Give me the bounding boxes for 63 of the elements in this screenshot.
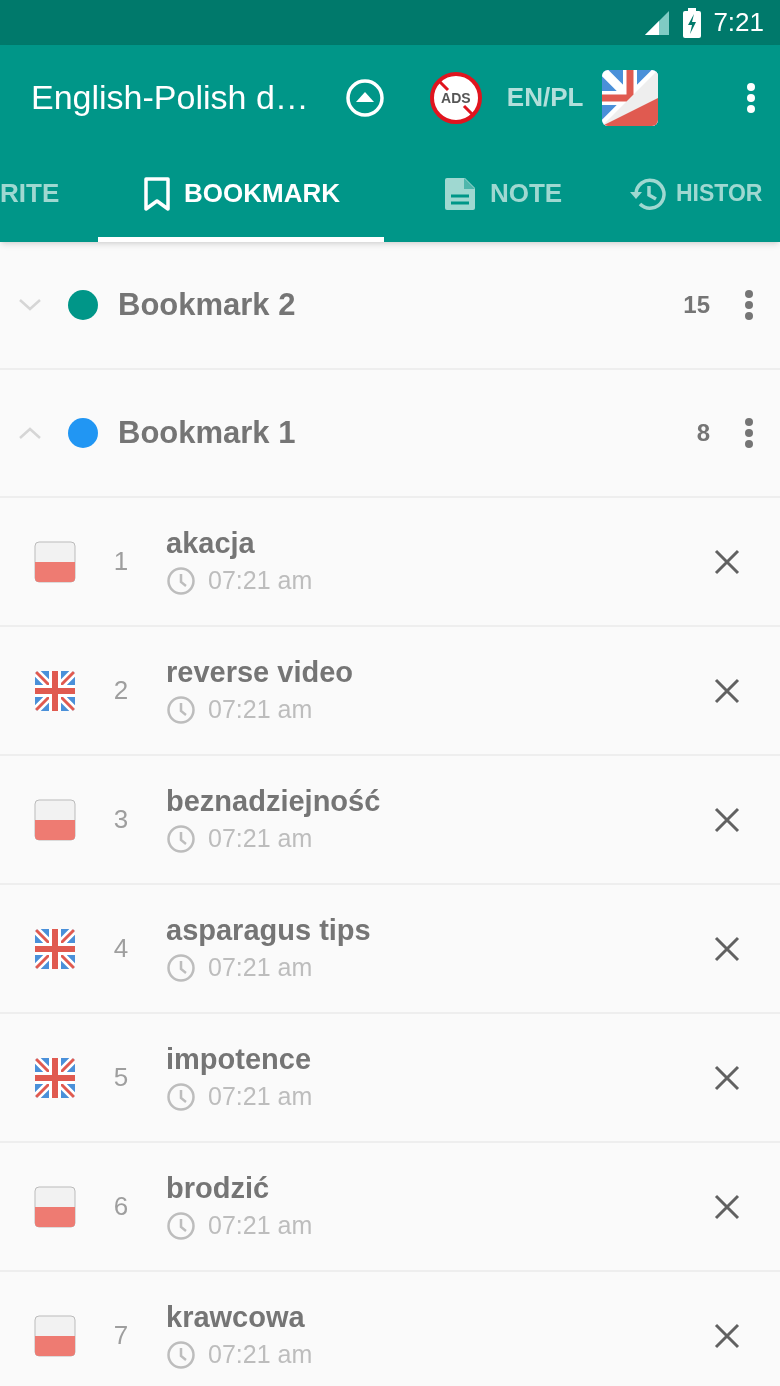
entry-word[interactable]: krawcowa — [166, 1297, 313, 1336]
entry-time: 07:21 am — [208, 564, 313, 596]
clock-icon — [166, 952, 196, 983]
bookmark-group-header[interactable]: Bookmark 2 15 — [0, 242, 780, 370]
close-icon[interactable] — [714, 1064, 740, 1091]
clock-icon — [166, 565, 196, 596]
group-name: Bookmark 1 — [118, 413, 296, 452]
close-icon[interactable] — [714, 1193, 740, 1220]
polish-flag-icon — [34, 540, 76, 583]
language-flag-icon[interactable] — [601, 68, 660, 127]
app-title: English-Polish d… — [31, 77, 309, 118]
close-icon[interactable] — [714, 806, 740, 833]
british-flag-icon — [34, 927, 76, 970]
entry-time: 07:21 am — [208, 1338, 313, 1370]
clock-icon — [166, 1210, 196, 1241]
clock-icon — [166, 1339, 196, 1370]
battery-icon — [683, 7, 702, 38]
group-count: 15 — [683, 290, 710, 320]
entry-number: 6 — [112, 1190, 130, 1223]
entry-number: 2 — [112, 674, 130, 707]
entry-time: 07:21 am — [208, 1209, 313, 1241]
entry-number: 1 — [112, 545, 130, 578]
group-count: 8 — [696, 418, 710, 448]
entry-number: 5 — [112, 1061, 130, 1094]
tab[interactable]: NOTE — [384, 150, 620, 242]
tab[interactable]: BOOKMARK — [98, 150, 384, 242]
british-flag-icon — [34, 1056, 76, 1099]
polish-flag-icon — [34, 1185, 76, 1228]
scroll-up-icon[interactable] — [344, 77, 385, 118]
close-icon[interactable] — [714, 548, 740, 575]
entry-word[interactable]: brodzić — [166, 1168, 313, 1207]
close-icon[interactable] — [714, 935, 740, 962]
clock-icon — [166, 1081, 196, 1112]
entry-time: 07:21 am — [208, 951, 313, 983]
tab[interactable]: RITE — [0, 150, 98, 242]
entry-time: 07:21 am — [208, 1080, 313, 1112]
british-flag-icon — [34, 669, 76, 712]
entry-word[interactable]: akacja — [166, 523, 313, 562]
more-options-icon[interactable] — [744, 289, 754, 321]
bookmark-group-header[interactable]: Bookmark 1 8 — [0, 370, 780, 498]
group-name: Bookmark 2 — [118, 285, 296, 324]
entry-time: 07:21 am — [208, 822, 313, 854]
clock-icon — [166, 694, 196, 725]
entry-number: 7 — [112, 1319, 130, 1352]
entry-word[interactable]: impotence — [166, 1039, 313, 1078]
entry-word[interactable]: reverse video — [166, 652, 353, 691]
close-icon[interactable] — [714, 677, 740, 704]
entry-number: 4 — [112, 932, 130, 965]
entry-word[interactable]: beznadziejność — [166, 781, 381, 820]
close-icon[interactable] — [714, 1322, 740, 1349]
polish-flag-icon — [34, 1314, 76, 1357]
entry-word[interactable]: asparagus tips — [166, 910, 371, 949]
entry-number: 3 — [112, 803, 130, 836]
tab[interactable]: HISTOR — [620, 150, 780, 242]
polish-flag-icon — [34, 798, 76, 841]
more-options-icon[interactable] — [746, 81, 756, 114]
clock: 7:21 — [713, 6, 764, 39]
clock-icon — [166, 823, 196, 854]
bookmark-icon — [142, 175, 172, 212]
language-pair[interactable]: EN/PL — [506, 78, 584, 117]
more-options-icon[interactable] — [744, 417, 754, 449]
entry-time: 07:21 am — [208, 693, 313, 725]
signal-icon — [643, 9, 672, 36]
